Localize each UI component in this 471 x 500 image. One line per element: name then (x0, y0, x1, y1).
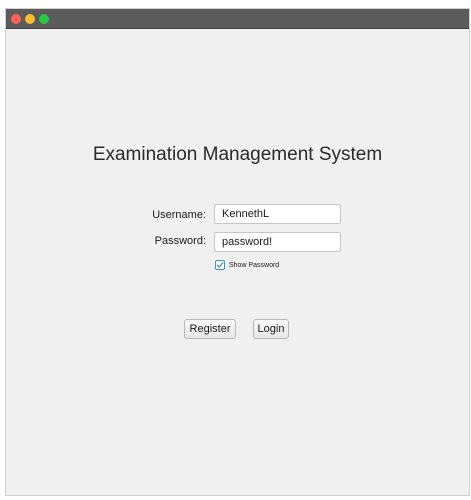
app-window: Examination Management System Username: … (5, 8, 470, 496)
minimize-window-button[interactable] (25, 14, 35, 24)
username-input[interactable] (214, 204, 341, 224)
password-label: Password: (154, 235, 206, 247)
show-password-checkbox-box[interactable] (215, 260, 225, 270)
show-password-checkbox[interactable]: Show Password (215, 259, 279, 271)
login-button[interactable]: Login (253, 319, 289, 339)
show-password-label: Show Password (229, 261, 280, 269)
zoom-window-button[interactable] (39, 14, 49, 24)
password-input[interactable] (214, 232, 341, 252)
app-title: Examination Management System (92, 144, 383, 165)
title-bar (6, 9, 469, 29)
username-label: Username: (152, 209, 206, 221)
close-window-button[interactable] (11, 14, 21, 24)
checkmark-icon (216, 261, 224, 268)
register-button[interactable]: Register (184, 319, 236, 339)
